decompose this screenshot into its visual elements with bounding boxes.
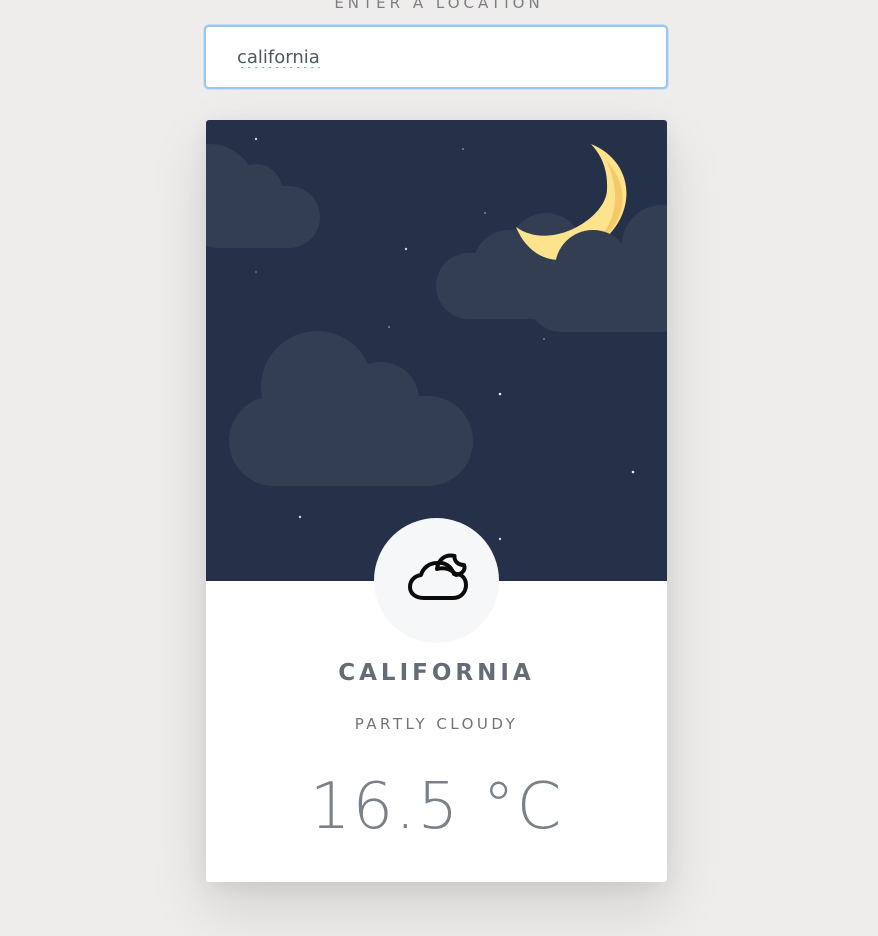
night-sky-scene (206, 137, 667, 541)
cloud-bottom-left (229, 331, 473, 486)
night-sky-illustration (206, 120, 667, 581)
city-name: CALIFORNIA (338, 660, 535, 686)
cloud-top-left (206, 144, 320, 248)
partly-cloudy-night-icon (408, 553, 468, 600)
weather-condition: PARTLY CLOUDY (354, 715, 519, 733)
weather-card: CALIFORNIA PARTLY CLOUDY 16.5 °C (206, 120, 667, 882)
location-search-input[interactable] (204, 25, 668, 89)
weather-icon-badge (374, 518, 499, 643)
location-label: ENTER A LOCATION (334, 0, 544, 12)
temperature-value: 16.5 °C (309, 770, 564, 844)
